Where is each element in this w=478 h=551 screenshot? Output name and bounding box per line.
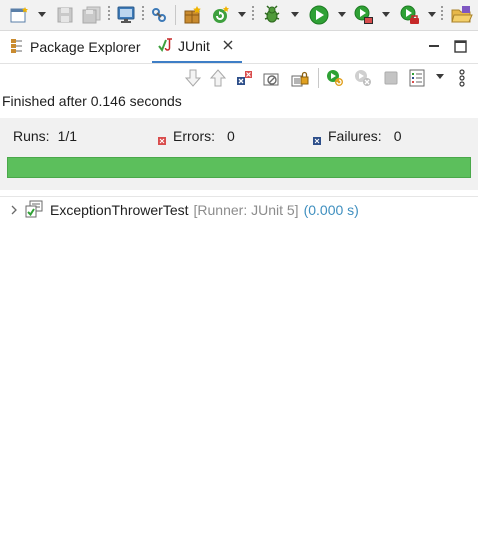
external-tools-dropdown-icon[interactable] <box>428 12 436 17</box>
junit-icon <box>156 36 174 57</box>
rerun-failed-first-icon <box>353 68 373 88</box>
runs-label: Runs: <box>13 128 50 144</box>
main-toolbar <box>0 0 478 31</box>
view-menu-icon[interactable] <box>453 68 471 88</box>
external-tools-icon[interactable] <box>398 4 422 26</box>
toolbar-grip <box>142 6 144 24</box>
previous-failure-icon <box>208 68 228 88</box>
open-folder-icon[interactable] <box>449 4 475 26</box>
new-package-icon[interactable] <box>182 4 204 26</box>
new-dropdown-icon[interactable] <box>38 12 46 17</box>
rerun-test-icon[interactable] <box>325 68 345 88</box>
test-suite-success-icon <box>24 200 44 221</box>
errors-label: Errors: <box>173 128 215 144</box>
package-explorer-icon <box>10 38 24 57</box>
debug-dropdown-icon[interactable] <box>291 12 299 17</box>
refresh-icon[interactable] <box>210 4 232 26</box>
history-dropdown-icon[interactable] <box>436 74 444 79</box>
runs-value: 1/1 <box>57 128 78 144</box>
view-tab-bar: Package Explorer JUnit <box>0 31 478 64</box>
show-failures-only-icon[interactable] <box>234 68 254 88</box>
progress-bar <box>7 157 471 178</box>
link-icon[interactable] <box>148 4 170 26</box>
test-duration: (0.000 s) <box>303 202 359 218</box>
runs-counter: Runs: 1/1 <box>13 128 77 144</box>
tab-label: Package Explorer <box>30 39 141 55</box>
failures-label: Failures: <box>328 128 382 144</box>
toolbar-separator <box>175 5 176 25</box>
junit-view-toolbar <box>0 64 478 92</box>
error-icon <box>158 132 166 145</box>
save-all-icon <box>81 4 103 26</box>
counter-panel: Runs: 1/1 Errors: 0 Failures: 0 <box>0 118 478 190</box>
scroll-lock-icon[interactable] <box>290 68 310 88</box>
toolbar-grip <box>252 6 254 24</box>
tab-label: JUnit <box>178 38 210 54</box>
failures-counter: Failures: 0 <box>313 128 402 145</box>
refresh-dropdown-icon[interactable] <box>238 12 246 17</box>
minimize-icon[interactable] <box>428 40 440 58</box>
new-icon[interactable] <box>9 4 31 26</box>
test-class-name: ExceptionThrowerTest <box>50 202 189 218</box>
panel-divider <box>0 190 478 197</box>
chevron-right-icon[interactable] <box>8 205 20 215</box>
status-message: Finished after 0.146 seconds <box>2 93 182 109</box>
test-run-history-icon[interactable] <box>408 68 428 88</box>
test-runner: [Runner: JUnit 5] <box>193 202 299 218</box>
next-failure-icon <box>183 68 203 88</box>
failures-value: 0 <box>393 128 402 144</box>
stop-icon <box>381 68 401 88</box>
errors-value: 0 <box>227 128 235 144</box>
toolbar-grip <box>108 6 110 24</box>
toolbar-separator <box>318 68 319 88</box>
errors-counter: Errors: 0 <box>158 128 235 145</box>
monitor-icon[interactable] <box>115 4 137 26</box>
tree-item[interactable]: ExceptionThrowerTest [Runner: JUnit 5] (… <box>8 200 359 220</box>
run-config-icon[interactable] <box>352 4 376 26</box>
close-icon[interactable] <box>222 38 234 54</box>
run-dropdown-icon[interactable] <box>338 12 346 17</box>
save-icon <box>55 4 75 26</box>
tab-package-explorer[interactable]: Package Explorer <box>10 31 141 63</box>
failure-icon <box>313 132 321 145</box>
debug-icon[interactable] <box>260 4 284 26</box>
toolbar-grip <box>441 6 443 24</box>
run-icon[interactable] <box>307 4 331 26</box>
show-skipped-icon[interactable] <box>262 68 282 88</box>
maximize-icon[interactable] <box>454 40 467 58</box>
tab-junit[interactable]: JUnit <box>152 31 242 63</box>
run-config-dropdown-icon[interactable] <box>382 12 390 17</box>
